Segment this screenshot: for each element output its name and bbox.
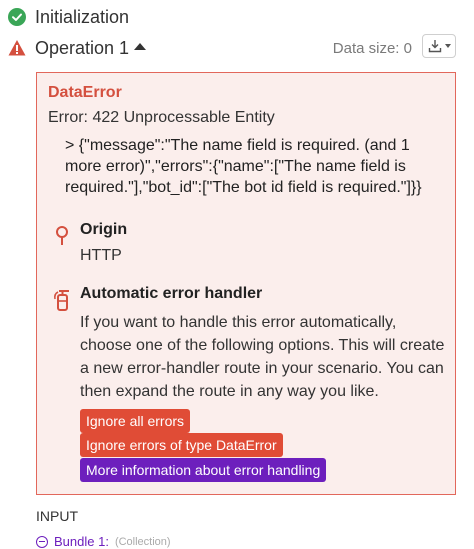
error-handling-info-button[interactable]: More information about error handling <box>80 458 327 482</box>
operation-row: Operation 1 Data size: 0 <box>0 34 474 62</box>
ignore-all-errors-button[interactable]: Ignore all errors <box>80 409 191 433</box>
bundle-row[interactable]: Bundle 1: (Collection) <box>36 534 171 549</box>
initialization-label: Initialization <box>35 6 130 27</box>
origin-value: HTTP <box>80 247 122 264</box>
download-icon <box>428 40 441 53</box>
error-title: DataError <box>48 84 122 101</box>
location-pin-icon <box>56 226 68 245</box>
handler-description: If you want to handle this error automat… <box>80 314 445 400</box>
error-body-line: > {"message":"The name field is required… <box>65 137 410 154</box>
handler-title: Automatic error handler <box>80 285 263 302</box>
origin-title: Origin <box>80 221 128 238</box>
operation-toggle[interactable]: Operation 1 <box>35 37 147 59</box>
bundle-label: Bundle 1: <box>54 534 109 549</box>
bundle-type: (Collection) <box>114 535 171 548</box>
caret-up-icon <box>134 43 147 50</box>
ignore-data-error-button[interactable]: Ignore errors of type DataError <box>80 433 283 457</box>
operation-label: Operation 1 <box>35 37 130 58</box>
input-label: INPUT <box>36 508 78 524</box>
error-body-line: more error)","errors":{"name":["The name… <box>65 158 406 175</box>
error-subtitle: Error: 422 Unprocessable Entity <box>48 109 275 126</box>
check-circle-icon <box>8 8 26 26</box>
chevron-down-icon <box>444 44 451 48</box>
fire-extinguisher-icon <box>54 290 69 311</box>
data-size-label: Data size: 0 <box>332 39 412 57</box>
error-body-line: required."],"bot_id":["The bot id field … <box>65 179 422 196</box>
warning-triangle-icon <box>8 40 26 56</box>
collapse-minus-icon[interactable] <box>36 535 48 548</box>
error-body[interactable]: > {"message":"The name field is required… <box>65 135 437 198</box>
error-panel: DataError Error: 422 Unprocessable Entit… <box>36 72 456 495</box>
download-dropdown-button[interactable] <box>422 34 456 58</box>
initialization-row[interactable]: Initialization <box>0 4 474 30</box>
